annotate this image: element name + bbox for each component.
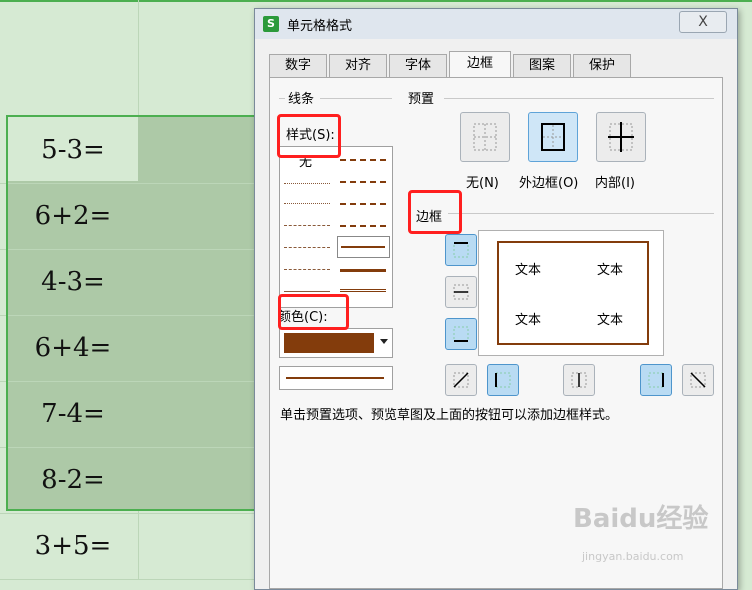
selected-style-frame[interactable]	[337, 236, 390, 258]
line-preview	[279, 366, 393, 390]
preset-inside-button[interactable]	[596, 112, 646, 162]
wps-app-icon: S	[263, 16, 279, 32]
tab-alignment[interactable]: 对齐	[329, 54, 387, 77]
selection-border	[6, 115, 258, 511]
line-style-medium-dash-dot-dot[interactable]	[340, 181, 386, 183]
preset-inside-icon	[608, 122, 634, 152]
diagonal-down-icon	[690, 372, 706, 388]
group-divider	[448, 213, 714, 214]
diagonal-up-icon	[453, 372, 469, 388]
line-style-medium-dash-dot[interactable]	[340, 159, 386, 161]
border-left-icon	[495, 372, 511, 388]
line-style-dashed[interactable]	[284, 269, 330, 270]
watermark-url: jingyan.baidu.com	[582, 550, 684, 563]
color-swatch	[284, 333, 374, 353]
preview-text-bl: 文本	[515, 313, 542, 328]
tab-protection[interactable]: 保护	[573, 54, 631, 77]
hint-text: 单击预置选项、预览草图及上面的按钮可以添加边框样式。	[280, 408, 619, 423]
preview-text-tr: 文本	[597, 263, 624, 278]
dialog-titlebar[interactable]: S 单元格格式 X	[255, 9, 737, 39]
line-style-medium-dashed[interactable]	[340, 225, 386, 227]
border-preview[interactable]: 文本 文本 文本 文本	[478, 230, 664, 356]
line-style-dash-dot-dot[interactable]	[284, 247, 330, 248]
border-diagonal-up-button[interactable]	[445, 364, 477, 396]
close-button[interactable]: X	[679, 11, 727, 33]
line-style-dash-dot[interactable]	[284, 225, 330, 226]
border-center-icon	[571, 372, 587, 388]
border-bottom-button[interactable]	[445, 318, 477, 350]
tab-number[interactable]: 数字	[269, 54, 327, 77]
line-style-dotted-fine[interactable]	[284, 203, 330, 204]
preset-outline-button[interactable]	[528, 112, 578, 162]
border-right-button[interactable]	[640, 364, 672, 396]
line-preview-stroke	[286, 377, 384, 379]
line-style-medium	[341, 246, 385, 248]
preset-outline-icon	[541, 123, 565, 151]
sheet-row: 3+5=	[0, 513, 260, 580]
border-top-icon	[453, 242, 469, 258]
annotation-style-highlight	[277, 114, 341, 158]
border-diagonal-down-button[interactable]	[682, 364, 714, 396]
group-divider	[279, 98, 285, 99]
line-style-double[interactable]	[340, 289, 386, 292]
tab-font[interactable]: 字体	[389, 54, 447, 77]
preset-outline-label: 外边框(O)	[519, 176, 579, 191]
preview-text-br: 文本	[597, 313, 624, 328]
line-group-label: 线条	[288, 92, 315, 107]
preview-outline	[497, 241, 649, 345]
tab-pattern[interactable]: 图案	[513, 54, 571, 77]
cell-a7[interactable]: 3+5=	[8, 513, 138, 579]
preset-inside-label: 内部(I)	[595, 176, 635, 191]
preset-group-label: 预置	[408, 92, 435, 107]
line-style-thin[interactable]	[284, 291, 330, 292]
line-style-slanted[interactable]	[340, 203, 386, 205]
border-middle-button[interactable]	[445, 276, 477, 308]
border-center-button[interactable]	[563, 364, 595, 396]
group-divider	[444, 98, 714, 99]
border-left-button[interactable]	[487, 364, 519, 396]
watermark-brand: Baidu经验	[573, 504, 709, 534]
line-style-dotted[interactable]	[284, 183, 330, 184]
preset-none-icon	[473, 123, 497, 151]
preview-text-tl: 文本	[515, 263, 542, 278]
border-middle-icon	[453, 284, 469, 300]
preset-none-label: 无(N)	[466, 176, 499, 191]
preset-none-button[interactable]	[460, 112, 510, 162]
annotation-color-highlight	[278, 294, 349, 330]
group-divider	[320, 98, 392, 99]
line-style-list[interactable]: 无	[279, 146, 393, 308]
border-right-icon	[648, 372, 664, 388]
dialog-title: 单元格格式	[287, 19, 353, 34]
border-top-button[interactable]	[445, 234, 477, 266]
line-style-thick[interactable]	[340, 269, 386, 272]
annotation-border-highlight	[408, 190, 462, 234]
border-bottom-icon	[453, 326, 469, 342]
chevron-down-icon[interactable]	[380, 339, 388, 344]
tab-border[interactable]: 边框	[449, 51, 511, 78]
color-dropdown[interactable]	[279, 328, 393, 358]
top-cell-border	[0, 0, 752, 4]
